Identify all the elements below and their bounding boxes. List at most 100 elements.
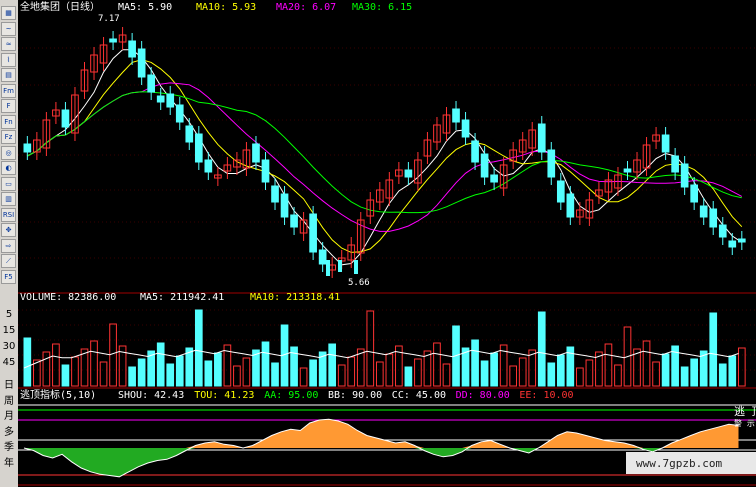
volume-bar bbox=[185, 347, 194, 387]
toolbar-button-1[interactable]: ~ bbox=[1, 21, 16, 36]
candle-body bbox=[354, 260, 358, 274]
indicator-value: TOU: 41.23 bbox=[194, 390, 254, 401]
volume-bar bbox=[271, 362, 279, 387]
toolbar-button-10[interactable]: ◐ bbox=[1, 161, 16, 175]
volume-bar bbox=[261, 341, 270, 387]
candle-body bbox=[156, 95, 165, 103]
volume-axis-label: 30 bbox=[2, 341, 16, 352]
stock-chart: 全地集团（日线） MA5: 5.90 MA10: 5.93 MA20: 6.07… bbox=[18, 0, 756, 487]
toolbar-button-15[interactable]: ⇨ bbox=[1, 238, 16, 253]
ma20-label: MA20: 6.07 bbox=[276, 2, 336, 13]
indicator-value: EE: 10.00 bbox=[519, 390, 573, 401]
candle-body bbox=[404, 169, 413, 178]
candle-body bbox=[566, 193, 575, 218]
toolbar-button-13[interactable]: RSI bbox=[1, 207, 16, 222]
toolbar-button-8[interactable]: Fz bbox=[1, 130, 16, 144]
candle-body bbox=[537, 123, 546, 153]
volume-bar bbox=[309, 359, 317, 387]
volume-axis-label: 15 bbox=[2, 325, 16, 336]
volume-bar bbox=[156, 342, 165, 387]
candle-body bbox=[23, 143, 32, 153]
volume-bar bbox=[204, 360, 213, 387]
toolbar-button-14[interactable]: ✥ bbox=[1, 223, 16, 237]
volume-bar bbox=[480, 360, 489, 387]
candle-body bbox=[128, 40, 136, 58]
high-price-label: 7.17 bbox=[98, 14, 120, 24]
volume-bar bbox=[471, 339, 479, 387]
period-button-4[interactable]: 季 bbox=[0, 440, 18, 455]
volume-bar bbox=[718, 363, 727, 387]
toolbar-button-9[interactable]: ◎ bbox=[1, 145, 16, 160]
volume-bar bbox=[728, 355, 737, 387]
toolbar-button-2[interactable]: ≈ bbox=[1, 37, 16, 51]
toolbar-button-11[interactable]: ▭ bbox=[1, 176, 16, 191]
candle-body bbox=[661, 134, 670, 153]
candle-body bbox=[471, 140, 479, 163]
volume-bar bbox=[690, 358, 699, 387]
candle-body bbox=[147, 74, 156, 93]
side-sublabel: 警 示 bbox=[734, 418, 755, 428]
candle-body bbox=[252, 143, 260, 163]
candle-body bbox=[547, 149, 556, 178]
candle-body bbox=[261, 159, 270, 183]
candle-body bbox=[556, 180, 565, 203]
period-button-0[interactable]: 日 bbox=[0, 378, 18, 393]
candle-body bbox=[480, 153, 489, 178]
indicator-value: SHOU: 42.43 bbox=[118, 390, 184, 401]
toolbar-button-3[interactable]: ⌇ bbox=[1, 52, 16, 67]
candle-body bbox=[690, 184, 699, 203]
candle-body bbox=[326, 260, 330, 276]
period-button-2[interactable]: 月 bbox=[0, 409, 18, 424]
candle-body bbox=[137, 48, 146, 78]
indicator-value: CC: 45.00 bbox=[392, 390, 446, 401]
candle-body bbox=[728, 240, 737, 248]
toolbar-button-0[interactable]: ▦ bbox=[1, 6, 16, 20]
candle-body bbox=[452, 108, 460, 123]
volume-label: VOLUME: 82386.00 bbox=[20, 292, 116, 303]
candle-body bbox=[490, 174, 498, 183]
volume-bar bbox=[709, 312, 718, 387]
candle-body bbox=[338, 260, 342, 272]
watermark: www.7gpzb.com bbox=[636, 457, 722, 470]
toolbar-button-17[interactable]: F5 bbox=[1, 269, 16, 284]
candle-body bbox=[290, 214, 298, 228]
volume-bar bbox=[547, 362, 556, 387]
volume-bar bbox=[661, 353, 670, 387]
toolbar-button-7[interactable]: Fn bbox=[1, 114, 16, 129]
volume-ma5-label: MA5: 211942.41 bbox=[140, 292, 224, 303]
candle-body bbox=[204, 159, 213, 173]
volume-bar bbox=[214, 352, 222, 387]
volume-bar bbox=[128, 366, 136, 387]
indicator-value: DD: 80.00 bbox=[456, 390, 510, 401]
volume-bar bbox=[556, 354, 565, 387]
toolbar-button-4[interactable]: ▤ bbox=[1, 68, 16, 82]
volume-bar bbox=[461, 347, 470, 387]
volume-axis-label: 5 bbox=[5, 309, 13, 320]
toolbar-button-16[interactable]: ⟋ bbox=[1, 254, 16, 268]
low-price-label: 5.66 bbox=[348, 278, 370, 288]
candle-body bbox=[109, 38, 117, 43]
toolbar-button-12[interactable]: ▥ bbox=[1, 192, 16, 206]
candle-body bbox=[175, 104, 184, 123]
period-button-5[interactable]: 年 bbox=[0, 456, 18, 471]
candle-body bbox=[309, 213, 317, 253]
indicator-value: AA: 95.00 bbox=[264, 390, 318, 401]
candle-body bbox=[61, 109, 70, 128]
candle-body bbox=[623, 168, 632, 173]
candle-body bbox=[280, 193, 289, 218]
indicator-value: BB: 90.00 bbox=[328, 390, 382, 401]
volume-bar bbox=[175, 355, 184, 387]
toolbar-button-5[interactable]: Fm bbox=[1, 83, 16, 98]
toolbar-button-6[interactable]: F bbox=[1, 99, 16, 113]
candle-body bbox=[185, 125, 194, 143]
side-label: 逃 顶 bbox=[734, 405, 756, 418]
candle-body bbox=[709, 208, 718, 228]
period-button-1[interactable]: 周 bbox=[0, 394, 18, 409]
candle-body bbox=[318, 249, 327, 265]
volume-ma10-label: MA10: 213318.41 bbox=[250, 292, 340, 303]
period-button-3[interactable]: 多 bbox=[0, 425, 18, 440]
candle-body bbox=[737, 238, 746, 243]
volume-bar bbox=[166, 363, 175, 387]
volume-bar bbox=[490, 352, 498, 387]
ma5-label: MA5: 5.90 bbox=[118, 2, 172, 13]
